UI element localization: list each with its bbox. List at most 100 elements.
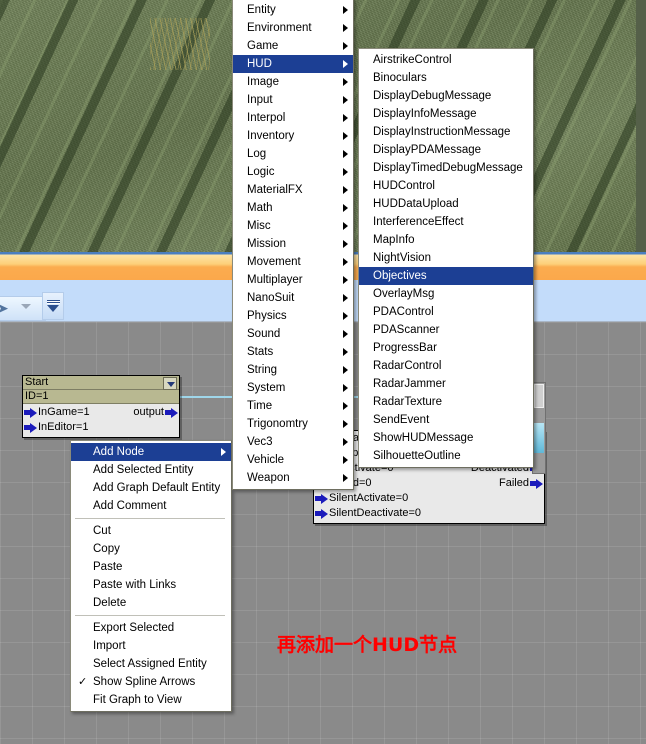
canvas-vertical-scrollbar[interactable]: [532, 382, 546, 474]
list-lines-icon: [47, 300, 60, 304]
menu-item-radarjammer[interactable]: RadarJammer: [359, 375, 533, 393]
node-output-port[interactable]: output: [133, 405, 179, 420]
menu-item-paste[interactable]: Paste: [71, 558, 231, 576]
menu-item-select-assigned-entity[interactable]: Select Assigned Entity: [71, 655, 231, 673]
menu-item-import[interactable]: Import: [71, 637, 231, 655]
menu-item-vehicle[interactable]: Vehicle: [233, 451, 353, 469]
menu-item-delete[interactable]: Delete: [71, 594, 231, 612]
menu-item-mission[interactable]: Mission: [233, 235, 353, 253]
menu-item-trigonomtry[interactable]: Trigonomtry: [233, 415, 353, 433]
flowgraph-context-menu[interactable]: Add Node Add Selected Entity Add Graph Def…: [70, 440, 232, 712]
menu-item-math[interactable]: Math: [233, 199, 353, 217]
menu-item-hud[interactable]: HUD: [233, 55, 353, 73]
node-output-port[interactable]: Failed: [499, 476, 544, 491]
node-input-port[interactable]: SilentDeactivate=0: [314, 506, 421, 521]
menu-item-nightvision[interactable]: NightVision: [359, 249, 533, 267]
menu-item-pdacontrol[interactable]: PDAControl: [359, 303, 533, 321]
chevron-right-icon: [343, 114, 348, 122]
menu-item-add-node[interactable]: Add Node: [71, 443, 231, 461]
menu-item-misc[interactable]: Misc: [233, 217, 353, 235]
toolbar-arrow-group[interactable]: ➤: [0, 296, 46, 321]
menu-item-logic[interactable]: Logic: [233, 163, 353, 181]
menu-item-sound[interactable]: Sound: [233, 325, 353, 343]
toolbar-dropdown-button[interactable]: [42, 292, 64, 320]
menu-item-label: Log: [247, 148, 267, 160]
menu-item-nanosuit[interactable]: NanoSuit: [233, 289, 353, 307]
menu-item-paste-with-links[interactable]: Paste with Links: [71, 576, 231, 594]
menu-item-label: Logic: [247, 166, 275, 178]
input-arrow-icon: [24, 423, 37, 433]
scrollbar-marker[interactable]: [534, 423, 544, 453]
menu-item-weapon[interactable]: Weapon: [233, 469, 353, 487]
menu-item-displayinstructionmessage[interactable]: DisplayInstructionMessage: [359, 123, 533, 141]
scrollbar-thumb[interactable]: [534, 384, 544, 408]
add-node-category-menu[interactable]: Entity Environment Game HUD Image Input Interp…: [232, 0, 354, 490]
menu-item-game[interactable]: Game: [233, 37, 353, 55]
menu-item-input[interactable]: Input: [233, 91, 353, 109]
chevron-right-icon: [343, 348, 348, 356]
menu-item-entity[interactable]: Entity: [233, 1, 353, 19]
menu-item-environment[interactable]: Environment: [233, 19, 353, 37]
menu-item-label: Interpol: [247, 112, 286, 124]
node-id-label: ID=1: [23, 390, 179, 404]
menu-item-label: DisplayInstructionMessage: [373, 126, 511, 138]
node-input-port[interactable]: InEditor=1: [23, 420, 88, 435]
menu-item-progressbar[interactable]: ProgressBar: [359, 339, 533, 357]
menu-item-mapinfo[interactable]: MapInfo: [359, 231, 533, 249]
menu-item-add-graph-default-entity[interactable]: Add Graph Default Entity: [71, 479, 231, 497]
menu-item-label: Add Selected Entity: [93, 464, 194, 476]
menu-item-export-selected[interactable]: Export Selected: [71, 619, 231, 637]
menu-item-radartexture[interactable]: RadarTexture: [359, 393, 533, 411]
chevron-down-icon[interactable]: [21, 304, 31, 309]
menu-item-copy[interactable]: Copy: [71, 540, 231, 558]
menu-item-show-spline-arrows[interactable]: ✓ Show Spline Arrows: [71, 673, 231, 691]
menu-item-objectives[interactable]: Objectives: [359, 267, 533, 285]
menu-item-binoculars[interactable]: Binoculars: [359, 69, 533, 87]
menu-item-interpol[interactable]: Interpol: [233, 109, 353, 127]
menu-item-label: Vec3: [247, 436, 273, 448]
menu-item-fit-graph-to-view[interactable]: Fit Graph to View: [71, 691, 231, 709]
menu-item-add-comment[interactable]: Add Comment: [71, 497, 231, 515]
menu-item-label: InterferenceEffect: [373, 216, 464, 228]
menu-item-interferenceeffect[interactable]: InterferenceEffect: [359, 213, 533, 231]
node-collapse-icon[interactable]: [163, 377, 177, 390]
menu-item-hudcontrol[interactable]: HUDControl: [359, 177, 533, 195]
menu-item-displayinfomessage[interactable]: DisplayInfoMessage: [359, 105, 533, 123]
menu-item-displaypdamessage[interactable]: DisplayPDAMessage: [359, 141, 533, 159]
node-input-port[interactable]: InGame=1: [23, 405, 90, 420]
menu-item-inventory[interactable]: Inventory: [233, 127, 353, 145]
flowgraph-node-start[interactable]: Start ID=1 InGame=1 output InEditor=1: [22, 375, 180, 438]
menu-item-system[interactable]: System: [233, 379, 353, 397]
menu-item-cut[interactable]: Cut: [71, 522, 231, 540]
menu-item-label: Vehicle: [247, 454, 285, 466]
menu-item-showhudmessage[interactable]: ShowHUDMessage: [359, 429, 533, 447]
menu-item-string[interactable]: String: [233, 361, 353, 379]
menu-item-huddataupload[interactable]: HUDDataUpload: [359, 195, 533, 213]
menu-separator: [75, 518, 225, 519]
menu-item-displaytimeddebugmessage[interactable]: DisplayTimedDebugMessage: [359, 159, 533, 177]
menu-item-vec3[interactable]: Vec3: [233, 433, 353, 451]
menu-item-image[interactable]: Image: [233, 73, 353, 91]
menu-item-label: HUDDataUpload: [373, 198, 459, 210]
menu-item-movement[interactable]: Movement: [233, 253, 353, 271]
menu-item-pdascanner[interactable]: PDAScanner: [359, 321, 533, 339]
menu-item-label: PDAControl: [373, 306, 434, 318]
node-port-row: SilentDeactivate=0: [314, 506, 544, 521]
menu-item-silhouetteoutline[interactable]: SilhouetteOutline: [359, 447, 533, 465]
menu-item-stats[interactable]: Stats: [233, 343, 353, 361]
menu-item-add-selected-entity[interactable]: Add Selected Entity: [71, 461, 231, 479]
menu-item-materialfx[interactable]: MaterialFX: [233, 181, 353, 199]
menu-item-radarcontrol[interactable]: RadarControl: [359, 357, 533, 375]
menu-item-time[interactable]: Time: [233, 397, 353, 415]
menu-item-multiplayer[interactable]: Multiplayer: [233, 271, 353, 289]
menu-item-log[interactable]: Log: [233, 145, 353, 163]
menu-item-overlaymsg[interactable]: OverlayMsg: [359, 285, 533, 303]
menu-item-physics[interactable]: Physics: [233, 307, 353, 325]
menu-item-airstrikecontrol[interactable]: AirstrikeControl: [359, 51, 533, 69]
node-input-port[interactable]: SilentActivate=0: [314, 491, 408, 506]
menu-item-displaydebugmessage[interactable]: DisplayDebugMessage: [359, 87, 533, 105]
node-title-bar[interactable]: Start: [23, 376, 179, 390]
menu-item-sendevent[interactable]: SendEvent: [359, 411, 533, 429]
hud-nodes-submenu[interactable]: AirstrikeControl Binoculars DisplayDebugMe…: [358, 48, 534, 468]
menu-item-label: NanoSuit: [247, 292, 295, 304]
